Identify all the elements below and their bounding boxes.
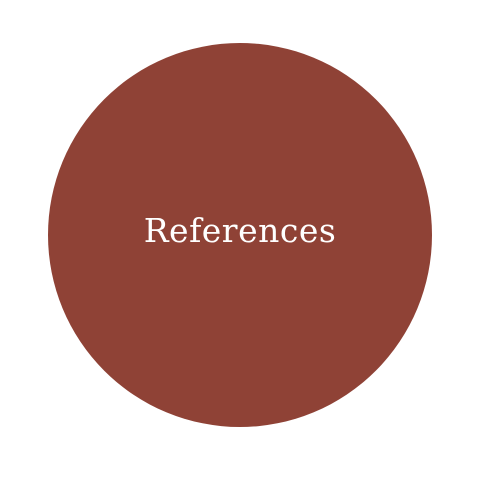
references-circle-button[interactable]: References [48, 43, 432, 427]
page-canvas: References [0, 0, 496, 487]
references-label: References [143, 210, 337, 250]
